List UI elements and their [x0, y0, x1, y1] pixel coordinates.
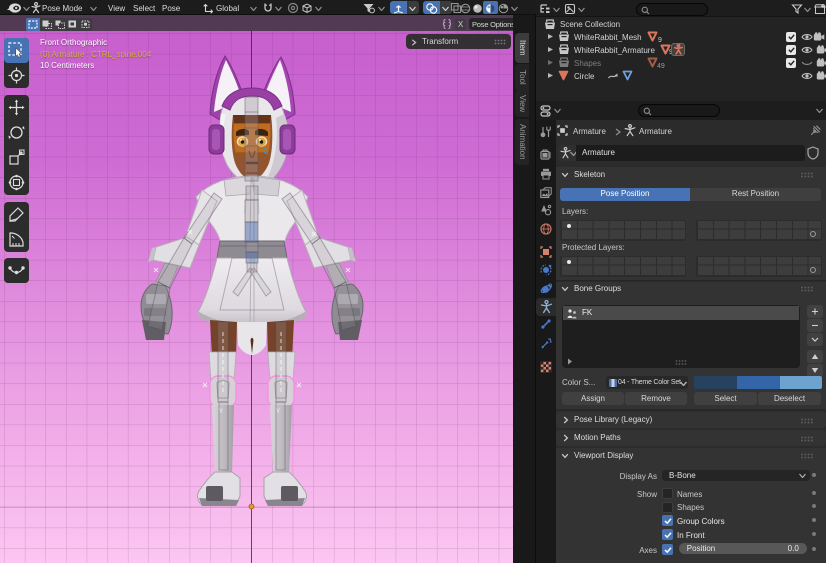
- svg-text:Y: Y: [276, 409, 280, 415]
- svg-text:Y: Y: [219, 409, 223, 415]
